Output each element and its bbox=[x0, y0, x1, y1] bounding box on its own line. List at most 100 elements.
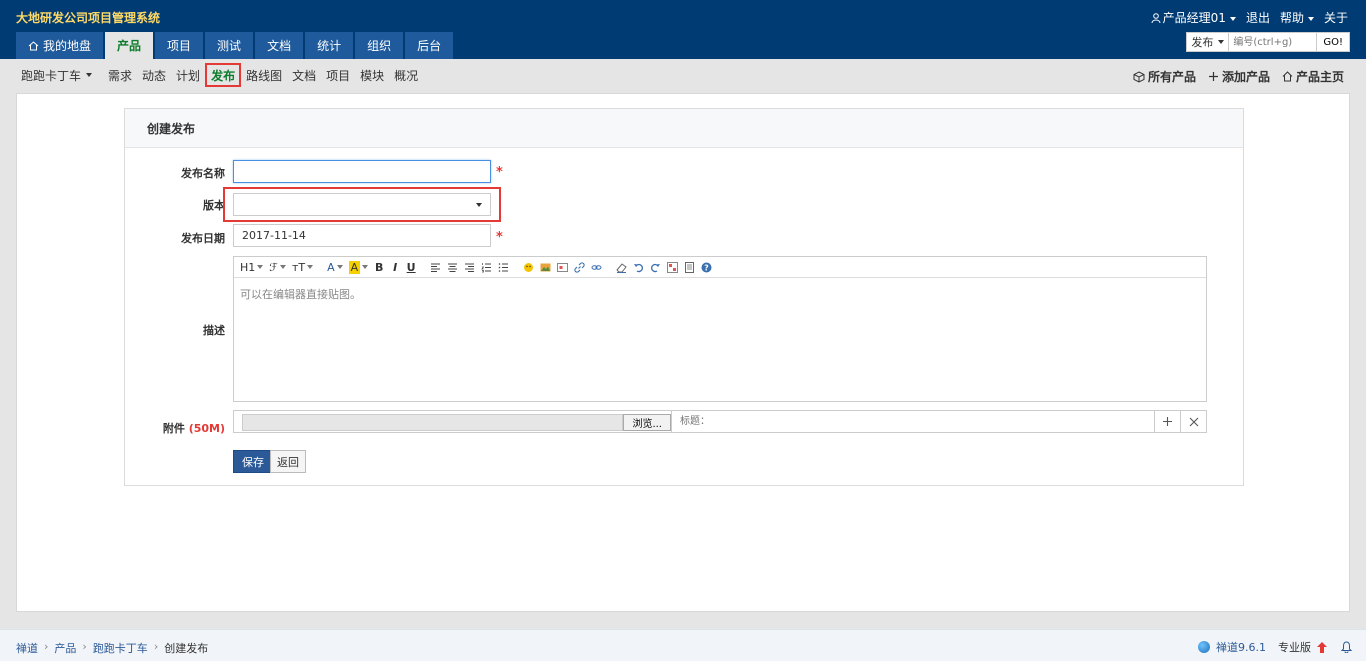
editor-toolbar: H1 ℱ тT A A B I U ? bbox=[234, 257, 1206, 278]
all-products-link[interactable]: 所有产品 bbox=[1133, 68, 1196, 85]
chevron-down-icon bbox=[86, 73, 93, 77]
attachment-label: 附件 (50M) bbox=[162, 422, 225, 435]
help-menu[interactable]: 帮助 bbox=[1280, 9, 1314, 26]
tab-company[interactable]: 组织 bbox=[355, 32, 404, 59]
font-family-button[interactable]: ℱ bbox=[267, 259, 288, 275]
search-type-select[interactable]: 发布 bbox=[1186, 32, 1230, 52]
edition-label[interactable]: 专业版 bbox=[1278, 639, 1311, 655]
subnav-plan[interactable]: 计划 bbox=[171, 63, 205, 87]
underline-button[interactable]: U bbox=[404, 259, 418, 275]
tab-project[interactable]: 项目 bbox=[155, 32, 204, 59]
logout-link[interactable]: 退出 bbox=[1246, 9, 1270, 26]
tab-product[interactable]: 产品 bbox=[105, 32, 154, 59]
add-attachment-button[interactable] bbox=[1154, 411, 1180, 432]
bold-button[interactable]: B bbox=[372, 259, 386, 275]
image-icon[interactable] bbox=[538, 259, 553, 275]
sub-nav: 跑跑卡丁车 需求 动态 计划 发布 路线图 文档 项目 模块 概况 所有产品 添… bbox=[0, 59, 1366, 92]
subnav-release[interactable]: 发布 bbox=[205, 63, 242, 87]
chevron-down-icon bbox=[307, 265, 314, 269]
arrow-up-icon[interactable] bbox=[1317, 641, 1327, 653]
breadcrumb: 禅道 › 产品 › 跑跑卡丁车 › 创建发布 bbox=[16, 640, 208, 656]
required-mark: * bbox=[496, 230, 503, 245]
media-icon[interactable] bbox=[555, 259, 570, 275]
subnav-story[interactable]: 需求 bbox=[103, 63, 137, 87]
chevron-down-icon bbox=[1307, 16, 1314, 21]
release-date-input[interactable] bbox=[233, 224, 491, 247]
version-select[interactable] bbox=[233, 193, 491, 216]
breadcrumb-product[interactable]: 产品 bbox=[54, 640, 76, 656]
subnav-view[interactable]: 概况 bbox=[389, 63, 423, 87]
chevron-right-icon: › bbox=[153, 640, 159, 653]
chevron-down-icon bbox=[476, 203, 482, 207]
footer: 禅道 › 产品 › 跑跑卡丁车 › 创建发布 禅道9.6.1 专业版 bbox=[0, 629, 1366, 661]
create-release-panel: 创建发布 发布名称 * 版本 发布日期 * 描述 H1 ℱ тT A A B I… bbox=[124, 108, 1244, 486]
subnav-project[interactable]: 项目 bbox=[321, 63, 355, 87]
save-button[interactable]: 保存 bbox=[233, 450, 273, 473]
user-menu[interactable]: 产品经理01 bbox=[1151, 9, 1236, 26]
font-color-button[interactable]: A bbox=[325, 259, 345, 275]
browse-button[interactable]: 浏览... bbox=[623, 414, 671, 431]
attachment-title-input[interactable] bbox=[672, 411, 1154, 432]
breadcrumb-home[interactable]: 禅道 bbox=[16, 640, 38, 656]
version-link[interactable]: 禅道9.6.1 bbox=[1216, 639, 1266, 655]
ordered-list-icon[interactable] bbox=[479, 259, 494, 275]
close-icon bbox=[1189, 417, 1198, 426]
source-icon[interactable] bbox=[682, 259, 697, 275]
subnav-doc[interactable]: 文档 bbox=[287, 63, 321, 87]
content-area: 创建发布 发布名称 * 版本 发布日期 * 描述 H1 ℱ тT A A B I… bbox=[16, 93, 1350, 612]
search-input[interactable] bbox=[1229, 32, 1318, 52]
header: 大地研发公司项目管理系统 产品经理01 退出 帮助 关于 我的地盘 产品 项目 … bbox=[0, 0, 1366, 59]
release-name-input[interactable] bbox=[233, 160, 491, 183]
home-icon bbox=[1282, 71, 1293, 82]
align-center-icon[interactable] bbox=[445, 259, 460, 275]
subnav-roadmap[interactable]: 路线图 bbox=[241, 63, 287, 87]
cube-icon bbox=[1133, 70, 1145, 83]
search-go-button[interactable]: GO! bbox=[1317, 32, 1350, 52]
italic-button[interactable]: I bbox=[388, 259, 402, 275]
editor-body[interactable]: 可以在编辑器直接贴图。 bbox=[234, 278, 1206, 310]
unlink-icon[interactable] bbox=[589, 259, 604, 275]
file-picker: 浏览... bbox=[234, 411, 672, 432]
chevron-right-icon: › bbox=[44, 640, 49, 653]
tab-doc[interactable]: 文档 bbox=[255, 32, 304, 59]
tab-my[interactable]: 我的地盘 bbox=[16, 32, 104, 59]
product-selector[interactable]: 跑跑卡丁车 bbox=[16, 63, 97, 87]
release-date-label: 发布日期 bbox=[181, 232, 225, 245]
app-title: 大地研发公司项目管理系统 bbox=[16, 11, 161, 25]
subnav-dynamic[interactable]: 动态 bbox=[137, 63, 171, 87]
emoticon-icon[interactable] bbox=[521, 259, 536, 275]
panel-title: 创建发布 bbox=[125, 109, 1243, 148]
help-icon[interactable]: ? bbox=[699, 259, 714, 275]
bell-icon[interactable] bbox=[1341, 641, 1352, 653]
eraser-icon[interactable] bbox=[614, 259, 629, 275]
chevron-down-icon bbox=[362, 265, 369, 269]
bg-color-button[interactable]: A bbox=[347, 259, 371, 275]
required-mark: * bbox=[496, 165, 503, 180]
svg-text:?: ? bbox=[704, 263, 709, 272]
release-name-label: 发布名称 bbox=[181, 167, 225, 180]
search-box: 发布 GO! bbox=[1186, 32, 1350, 52]
breadcrumb-product-name[interactable]: 跑跑卡丁车 bbox=[93, 640, 148, 656]
tab-report[interactable]: 统计 bbox=[305, 32, 354, 59]
unordered-list-icon[interactable] bbox=[496, 259, 511, 275]
back-button[interactable]: 返回 bbox=[270, 450, 306, 473]
font-size-button[interactable]: тT bbox=[290, 259, 315, 275]
heading-button[interactable]: H1 bbox=[238, 259, 265, 275]
footer-right: 禅道9.6.1 专业版 bbox=[1198, 639, 1352, 655]
subnav-module[interactable]: 模块 bbox=[355, 63, 389, 87]
about-link[interactable]: 关于 bbox=[1324, 9, 1348, 26]
main-nav: 我的地盘 产品 项目 测试 文档 统计 组织 后台 bbox=[16, 32, 454, 59]
remove-attachment-button[interactable] bbox=[1180, 411, 1206, 432]
add-product-link[interactable]: 添加产品 bbox=[1208, 68, 1270, 85]
align-right-icon[interactable] bbox=[462, 259, 477, 275]
undo-icon[interactable] bbox=[631, 259, 646, 275]
align-left-icon[interactable] bbox=[428, 259, 443, 275]
file-path-field[interactable] bbox=[242, 414, 624, 431]
redo-icon[interactable] bbox=[648, 259, 663, 275]
fullscreen-icon[interactable] bbox=[665, 259, 680, 275]
tab-admin[interactable]: 后台 bbox=[405, 32, 454, 59]
chevron-down-icon bbox=[1218, 40, 1225, 44]
product-home-link[interactable]: 产品主页 bbox=[1282, 68, 1344, 85]
link-icon[interactable] bbox=[572, 259, 587, 275]
tab-test[interactable]: 测试 bbox=[205, 32, 254, 59]
